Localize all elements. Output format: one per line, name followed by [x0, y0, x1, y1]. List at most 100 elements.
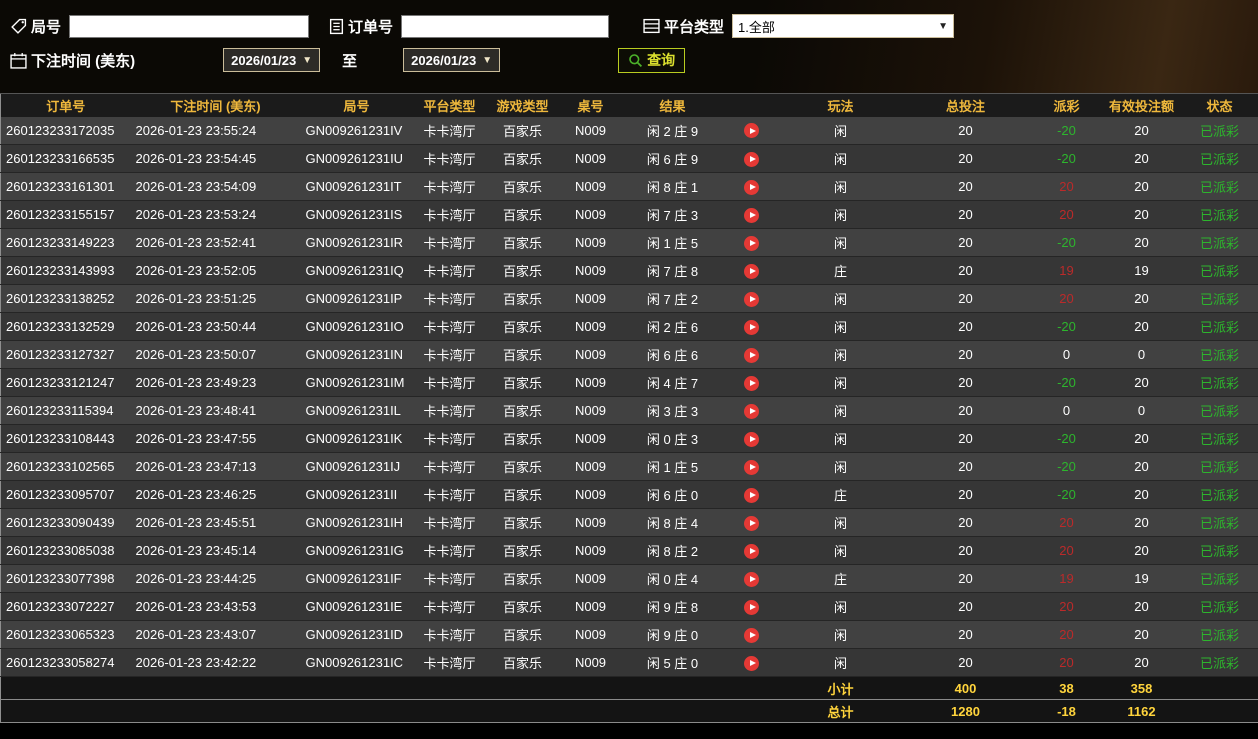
- status-cell: 已派彩: [1180, 368, 1258, 397]
- replay-play-icon[interactable]: [744, 319, 759, 335]
- status-cell: 已派彩: [1180, 228, 1258, 257]
- date-from-picker[interactable]: 2026/01/23 ▼: [223, 48, 321, 72]
- bet-time-cell: 2026-01-23 23:52:41: [130, 228, 301, 257]
- platform-cell: 卡卡湾厅: [412, 620, 487, 649]
- subtotal-row: 小计 400 38 358: [0, 676, 1258, 700]
- status-cell: 已派彩: [1180, 648, 1258, 677]
- round-id-cell: GN009261231II: [300, 480, 413, 509]
- result-cell: 闲 9 庄 8: [622, 592, 723, 621]
- document-icon: [329, 18, 344, 35]
- payout-cell: 20: [1030, 200, 1103, 229]
- replay-play-icon[interactable]: [744, 655, 759, 671]
- replay-cell: [722, 396, 781, 425]
- payout-cell: -20: [1030, 144, 1103, 173]
- payout-cell: -20: [1030, 312, 1103, 341]
- header-play-type: 玩法: [780, 93, 901, 117]
- replay-play-icon[interactable]: [744, 123, 759, 139]
- table-row: 260123233132529 2026-01-23 23:50:44 GN0092…: [0, 312, 1258, 341]
- replay-play-icon[interactable]: [744, 487, 759, 503]
- round-input[interactable]: [69, 14, 310, 38]
- status-cell: 已派彩: [1180, 312, 1258, 341]
- header-total-bet: 总投注: [900, 93, 1031, 117]
- date-to-picker[interactable]: 2026/01/23 ▼: [403, 48, 501, 72]
- total-bet-cell: 20: [900, 536, 1031, 565]
- replay-play-icon[interactable]: [744, 291, 759, 307]
- game-type-cell: 百家乐: [486, 424, 559, 453]
- platform-cell: 卡卡湾厅: [412, 424, 487, 453]
- order-input[interactable]: [401, 14, 610, 38]
- valid-bet-cell: 20: [1102, 620, 1181, 649]
- replay-play-icon[interactable]: [744, 571, 759, 587]
- table-row: 260123233108443 2026-01-23 23:47:55 GN0092…: [0, 424, 1258, 453]
- round-id-cell: GN009261231IG: [300, 536, 413, 565]
- table-footer: 小计 400 38 358 总计 1280 -18 1162: [0, 676, 1258, 723]
- valid-bet-cell: 20: [1102, 592, 1181, 621]
- bet-time-cell: 2026-01-23 23:52:05: [130, 256, 301, 285]
- replay-play-icon[interactable]: [744, 431, 759, 447]
- replay-play-icon[interactable]: [744, 459, 759, 475]
- table-row: 260123233115394 2026-01-23 23:48:41 GN0092…: [0, 396, 1258, 425]
- subtotal-payout: 38: [1030, 676, 1103, 700]
- replay-play-icon[interactable]: [744, 403, 759, 419]
- bet-time-cell: 2026-01-23 23:53:24: [130, 200, 301, 229]
- query-button[interactable]: 查询: [618, 47, 686, 73]
- result-cell: 闲 0 庄 4: [622, 564, 723, 593]
- table-no-cell: N009: [558, 536, 623, 565]
- platform-filter-label: 平台类型: [664, 18, 725, 36]
- replay-play-icon[interactable]: [744, 543, 759, 559]
- date-from-value: 2026/01/23: [231, 52, 297, 68]
- game-type-cell: 百家乐: [486, 340, 559, 369]
- payout-cell: -20: [1030, 424, 1103, 453]
- play-type-cell: 闲: [780, 508, 901, 537]
- game-type-cell: 百家乐: [486, 508, 559, 537]
- header-replay: [722, 93, 781, 117]
- valid-bet-cell: 20: [1102, 312, 1181, 341]
- order-id-cell: 260123233138252: [0, 284, 131, 313]
- replay-cell: [722, 172, 781, 201]
- round-id-cell: GN009261231IF: [300, 564, 413, 593]
- game-type-cell: 百家乐: [486, 592, 559, 621]
- platform-cell: 卡卡湾厅: [412, 564, 487, 593]
- replay-play-icon[interactable]: [744, 347, 759, 363]
- play-type-cell: 闲: [780, 172, 901, 201]
- valid-bet-cell: 20: [1102, 144, 1181, 173]
- replay-play-icon[interactable]: [744, 235, 759, 251]
- result-cell: 闲 1 庄 5: [622, 228, 723, 257]
- round-id-cell: GN009261231IC: [300, 648, 413, 677]
- payout-cell: -20: [1030, 228, 1103, 257]
- total-bet-cell: 20: [900, 396, 1031, 425]
- valid-bet-cell: 20: [1102, 480, 1181, 509]
- play-type-cell: 闲: [780, 340, 901, 369]
- table-no-cell: N009: [558, 200, 623, 229]
- payout-cell: 20: [1030, 508, 1103, 537]
- play-type-cell: 庄: [780, 564, 901, 593]
- replay-play-icon[interactable]: [744, 599, 759, 615]
- play-type-cell: 闲: [780, 592, 901, 621]
- platform-cell: 卡卡湾厅: [412, 480, 487, 509]
- replay-play-icon[interactable]: [744, 375, 759, 391]
- payout-cell: 20: [1030, 536, 1103, 565]
- game-type-cell: 百家乐: [486, 648, 559, 677]
- play-type-cell: 闲: [780, 368, 901, 397]
- payout-cell: 20: [1030, 592, 1103, 621]
- platform-cell: 卡卡湾厅: [412, 256, 487, 285]
- table-no-cell: N009: [558, 508, 623, 537]
- bet-time-cell: 2026-01-23 23:46:25: [130, 480, 301, 509]
- replay-play-icon[interactable]: [744, 515, 759, 531]
- filter-row-2: 下注时间 (美东) 2026/01/23 ▼ 至 2026/01/23 ▼ 查询: [10, 43, 1248, 77]
- replay-play-icon[interactable]: [744, 627, 759, 643]
- replay-play-icon[interactable]: [744, 179, 759, 195]
- table-no-cell: N009: [558, 312, 623, 341]
- bet-time-cell: 2026-01-23 23:47:55: [130, 424, 301, 453]
- replay-play-icon[interactable]: [744, 151, 759, 167]
- replay-cell: [722, 508, 781, 537]
- total-bet-cell: 20: [900, 144, 1031, 173]
- replay-cell: [722, 340, 781, 369]
- total-bet-cell: 20: [900, 508, 1031, 537]
- replay-play-icon[interactable]: [744, 207, 759, 223]
- play-type-cell: 闲: [780, 396, 901, 425]
- status-cell: 已派彩: [1180, 256, 1258, 285]
- order-id-cell: 260123233095707: [0, 480, 131, 509]
- replay-play-icon[interactable]: [744, 263, 759, 279]
- platform-select[interactable]: 1.全部 ▼: [732, 14, 955, 38]
